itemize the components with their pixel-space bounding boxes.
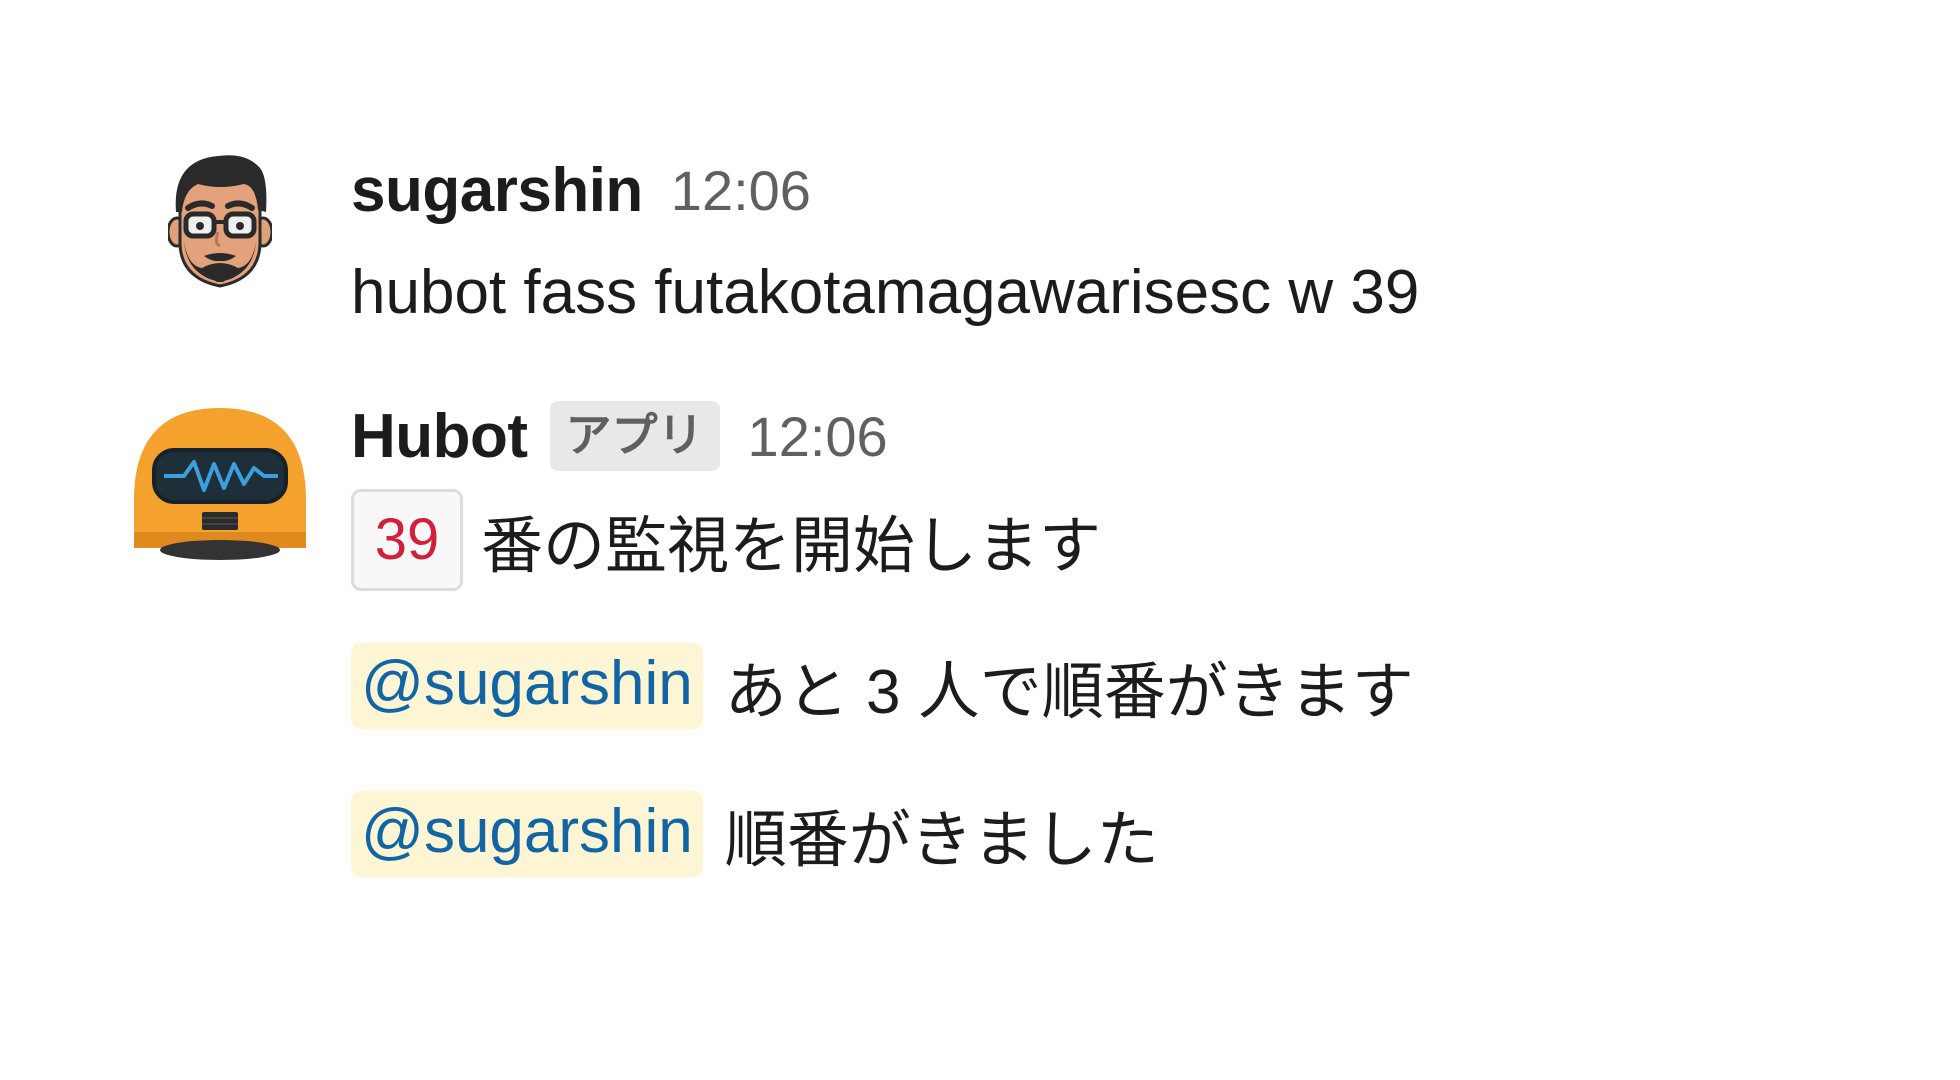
message-line: @sugarshin あと 3 人で順番がきます bbox=[351, 642, 1414, 730]
message-text: hubot fass futakotamagawarisesc w 39 bbox=[351, 252, 1419, 332]
hubot-robot-icon bbox=[134, 408, 306, 560]
number-badge: 39 bbox=[351, 489, 463, 591]
message-line: @sugarshin 順番がきました bbox=[351, 790, 1159, 878]
message-line: 39 番の監視を開始します bbox=[351, 488, 1101, 592]
author-name[interactable]: Hubot bbox=[351, 401, 528, 472]
timestamp[interactable]: 12:06 bbox=[671, 158, 811, 223]
message-line-text: 順番がきました bbox=[724, 806, 1159, 875]
bearded-man-avatar-icon bbox=[166, 155, 274, 288]
hubot-avatar[interactable] bbox=[130, 404, 310, 564]
user-mention[interactable]: @sugarshin bbox=[351, 791, 703, 877]
author-name[interactable]: sugarshin bbox=[351, 155, 643, 226]
timestamp[interactable]: 12:06 bbox=[748, 404, 888, 469]
message-header: Hubot アプリ 12:06 bbox=[351, 396, 888, 476]
message-line-text: あと 3 人で順番がきます bbox=[724, 658, 1414, 727]
message-text-content: hubot fass futakotamagawarisesc w 39 bbox=[351, 257, 1420, 327]
sugarshin-avatar[interactable] bbox=[166, 150, 274, 294]
user-mention[interactable]: @sugarshin bbox=[351, 643, 703, 729]
app-badge: アプリ bbox=[549, 401, 720, 471]
message-line-text: 番の監視を開始します bbox=[481, 512, 1102, 581]
message-header: sugarshin 12:06 bbox=[351, 150, 811, 230]
